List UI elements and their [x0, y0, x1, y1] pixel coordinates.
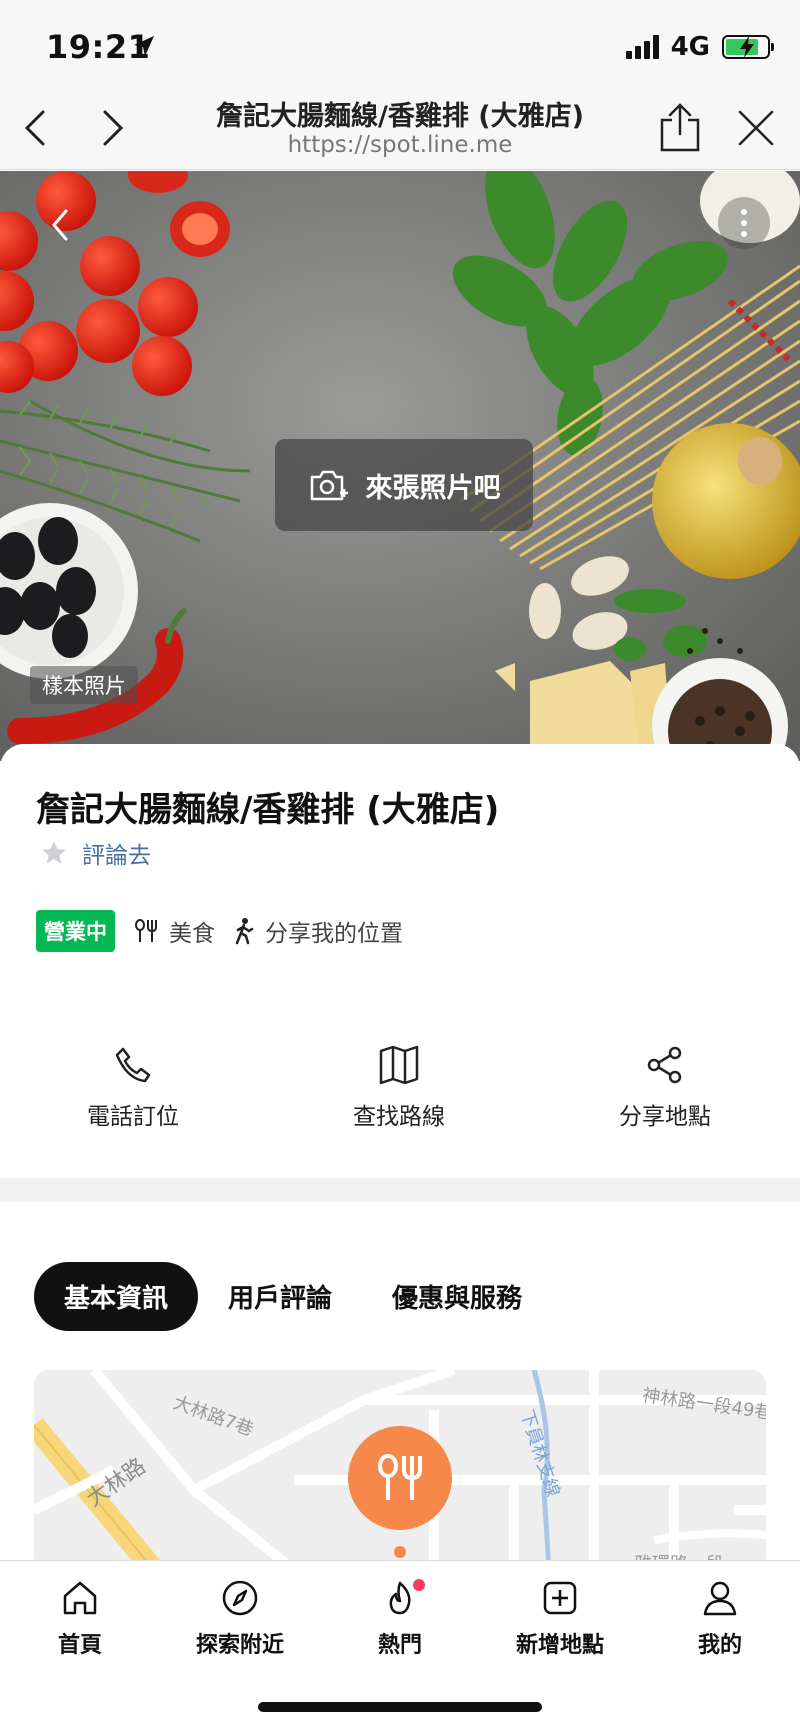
nav-home-label: 首頁: [57, 1633, 102, 1658]
tab-offers-services[interactable]: 優惠與服務: [362, 1262, 552, 1331]
directions-button[interactable]: 查找路線: [266, 1045, 532, 1131]
network-type: 4G: [670, 32, 710, 62]
star-icon: [42, 841, 66, 864]
chevron-right-icon: [103, 110, 124, 146]
walking-person-icon: [235, 918, 254, 945]
phone-icon: [115, 1047, 151, 1083]
review-link[interactable]: 評論去: [82, 836, 151, 870]
nav-add-place[interactable]: 新增地點: [485, 1579, 635, 1659]
battery-icon: [722, 35, 774, 59]
map-pin-anchor: [394, 1546, 406, 1558]
place-title: 詹記大腸麵線/香雞排 (大雅店): [36, 790, 500, 830]
home-indicator: [258, 1702, 542, 1712]
status-bar: 19:21 4G: [0, 0, 800, 92]
directions-label: 查找路線: [353, 1104, 445, 1130]
profile-icon: [703, 1581, 737, 1616]
nav-profile-label: 我的: [697, 1633, 742, 1658]
browser-share-button[interactable]: [652, 100, 708, 156]
compass-icon: [222, 1580, 258, 1616]
share-location-label: 分享我的位置: [265, 921, 403, 947]
utensils-icon: [135, 919, 157, 942]
camera-add-icon: [310, 470, 348, 501]
page: 19:21 4G 詹記大腸麵線/香雞排 (大雅店) https://spot.l…: [0, 0, 800, 1731]
call-label: 電話訂位: [87, 1104, 179, 1130]
call-button[interactable]: 電話訂位: [0, 1045, 266, 1131]
nav-explore-label: 探索附近: [195, 1633, 284, 1658]
nav-popular[interactable]: 熱門: [325, 1579, 475, 1659]
close-icon: [738, 110, 774, 146]
signal-icon: [625, 35, 659, 59]
browser-page-title: 詹記大腸麵線/香雞排 (大雅店): [216, 101, 584, 132]
map-icon: [379, 1045, 419, 1085]
share-place-label: 分享地點: [619, 1104, 711, 1130]
nav-home[interactable]: 首頁: [5, 1579, 155, 1659]
category-tag: 美食: [133, 914, 215, 948]
nav-explore-nearby[interactable]: 探索附近: [165, 1579, 315, 1659]
add-photo-label: 來張照片吧: [365, 472, 501, 504]
location-arrow-icon: [134, 36, 154, 56]
nav-popular-label: 熱門: [377, 1633, 422, 1658]
hero-back-button[interactable]: [36, 201, 84, 249]
more-dot: [741, 231, 747, 237]
chevron-left-icon: [52, 209, 68, 241]
status-indicators: 4G: [625, 32, 774, 62]
open-status-badge: 營業中: [36, 910, 115, 952]
notification-dot: [413, 1579, 425, 1591]
info-tabs: 基本資訊 用戶評論 優惠與服務: [34, 1262, 552, 1331]
share-location-link[interactable]: 分享我的位置: [233, 914, 403, 948]
sample-photo-tag: 樣本照片: [30, 666, 138, 704]
utensils-icon: [378, 1454, 422, 1500]
share-place-button[interactable]: 分享地點: [532, 1045, 798, 1131]
share-upload-icon: [660, 103, 700, 152]
browser-close-button[interactable]: [728, 100, 784, 156]
location-map[interactable]: 大林路 大林路7巷 神林路一段49巷 下員林支線 雅環路一段: [34, 1370, 766, 1570]
add-place-icon: [543, 1581, 577, 1615]
restaurant-map-pin[interactable]: [348, 1426, 452, 1530]
section-divider: [0, 1178, 800, 1202]
category-label: 美食: [169, 921, 215, 947]
add-photo-button[interactable]: 來張照片吧: [275, 439, 533, 531]
more-dot: [741, 220, 747, 226]
nav-profile[interactable]: 我的: [645, 1579, 795, 1659]
browser-back-button[interactable]: [8, 100, 64, 156]
browser-toolbar: 詹記大腸麵線/香雞排 (大雅店) https://spot.line.me: [0, 92, 800, 170]
share-icon: [647, 1046, 682, 1084]
browser-url[interactable]: https://spot.line.me: [150, 132, 650, 158]
action-row: 電話訂位 查找路線 分享地點: [0, 1045, 800, 1131]
chevron-left-icon: [24, 110, 45, 146]
browser-forward-button[interactable]: [84, 100, 140, 156]
tab-basic-info[interactable]: 基本資訊: [34, 1262, 199, 1331]
nav-add-place-label: 新增地點: [515, 1633, 604, 1658]
hero-photo: 來張照片吧 樣本照片: [0, 171, 800, 761]
tags-row: 營業中 美食 分享我的位置: [36, 910, 403, 952]
more-options-button[interactable]: [718, 197, 770, 249]
home-icon: [63, 1581, 97, 1615]
tab-user-reviews[interactable]: 用戶評論: [198, 1262, 362, 1331]
charging-bolt-icon: [740, 36, 754, 58]
review-row[interactable]: 評論去: [40, 836, 151, 870]
more-dot: [741, 209, 747, 215]
